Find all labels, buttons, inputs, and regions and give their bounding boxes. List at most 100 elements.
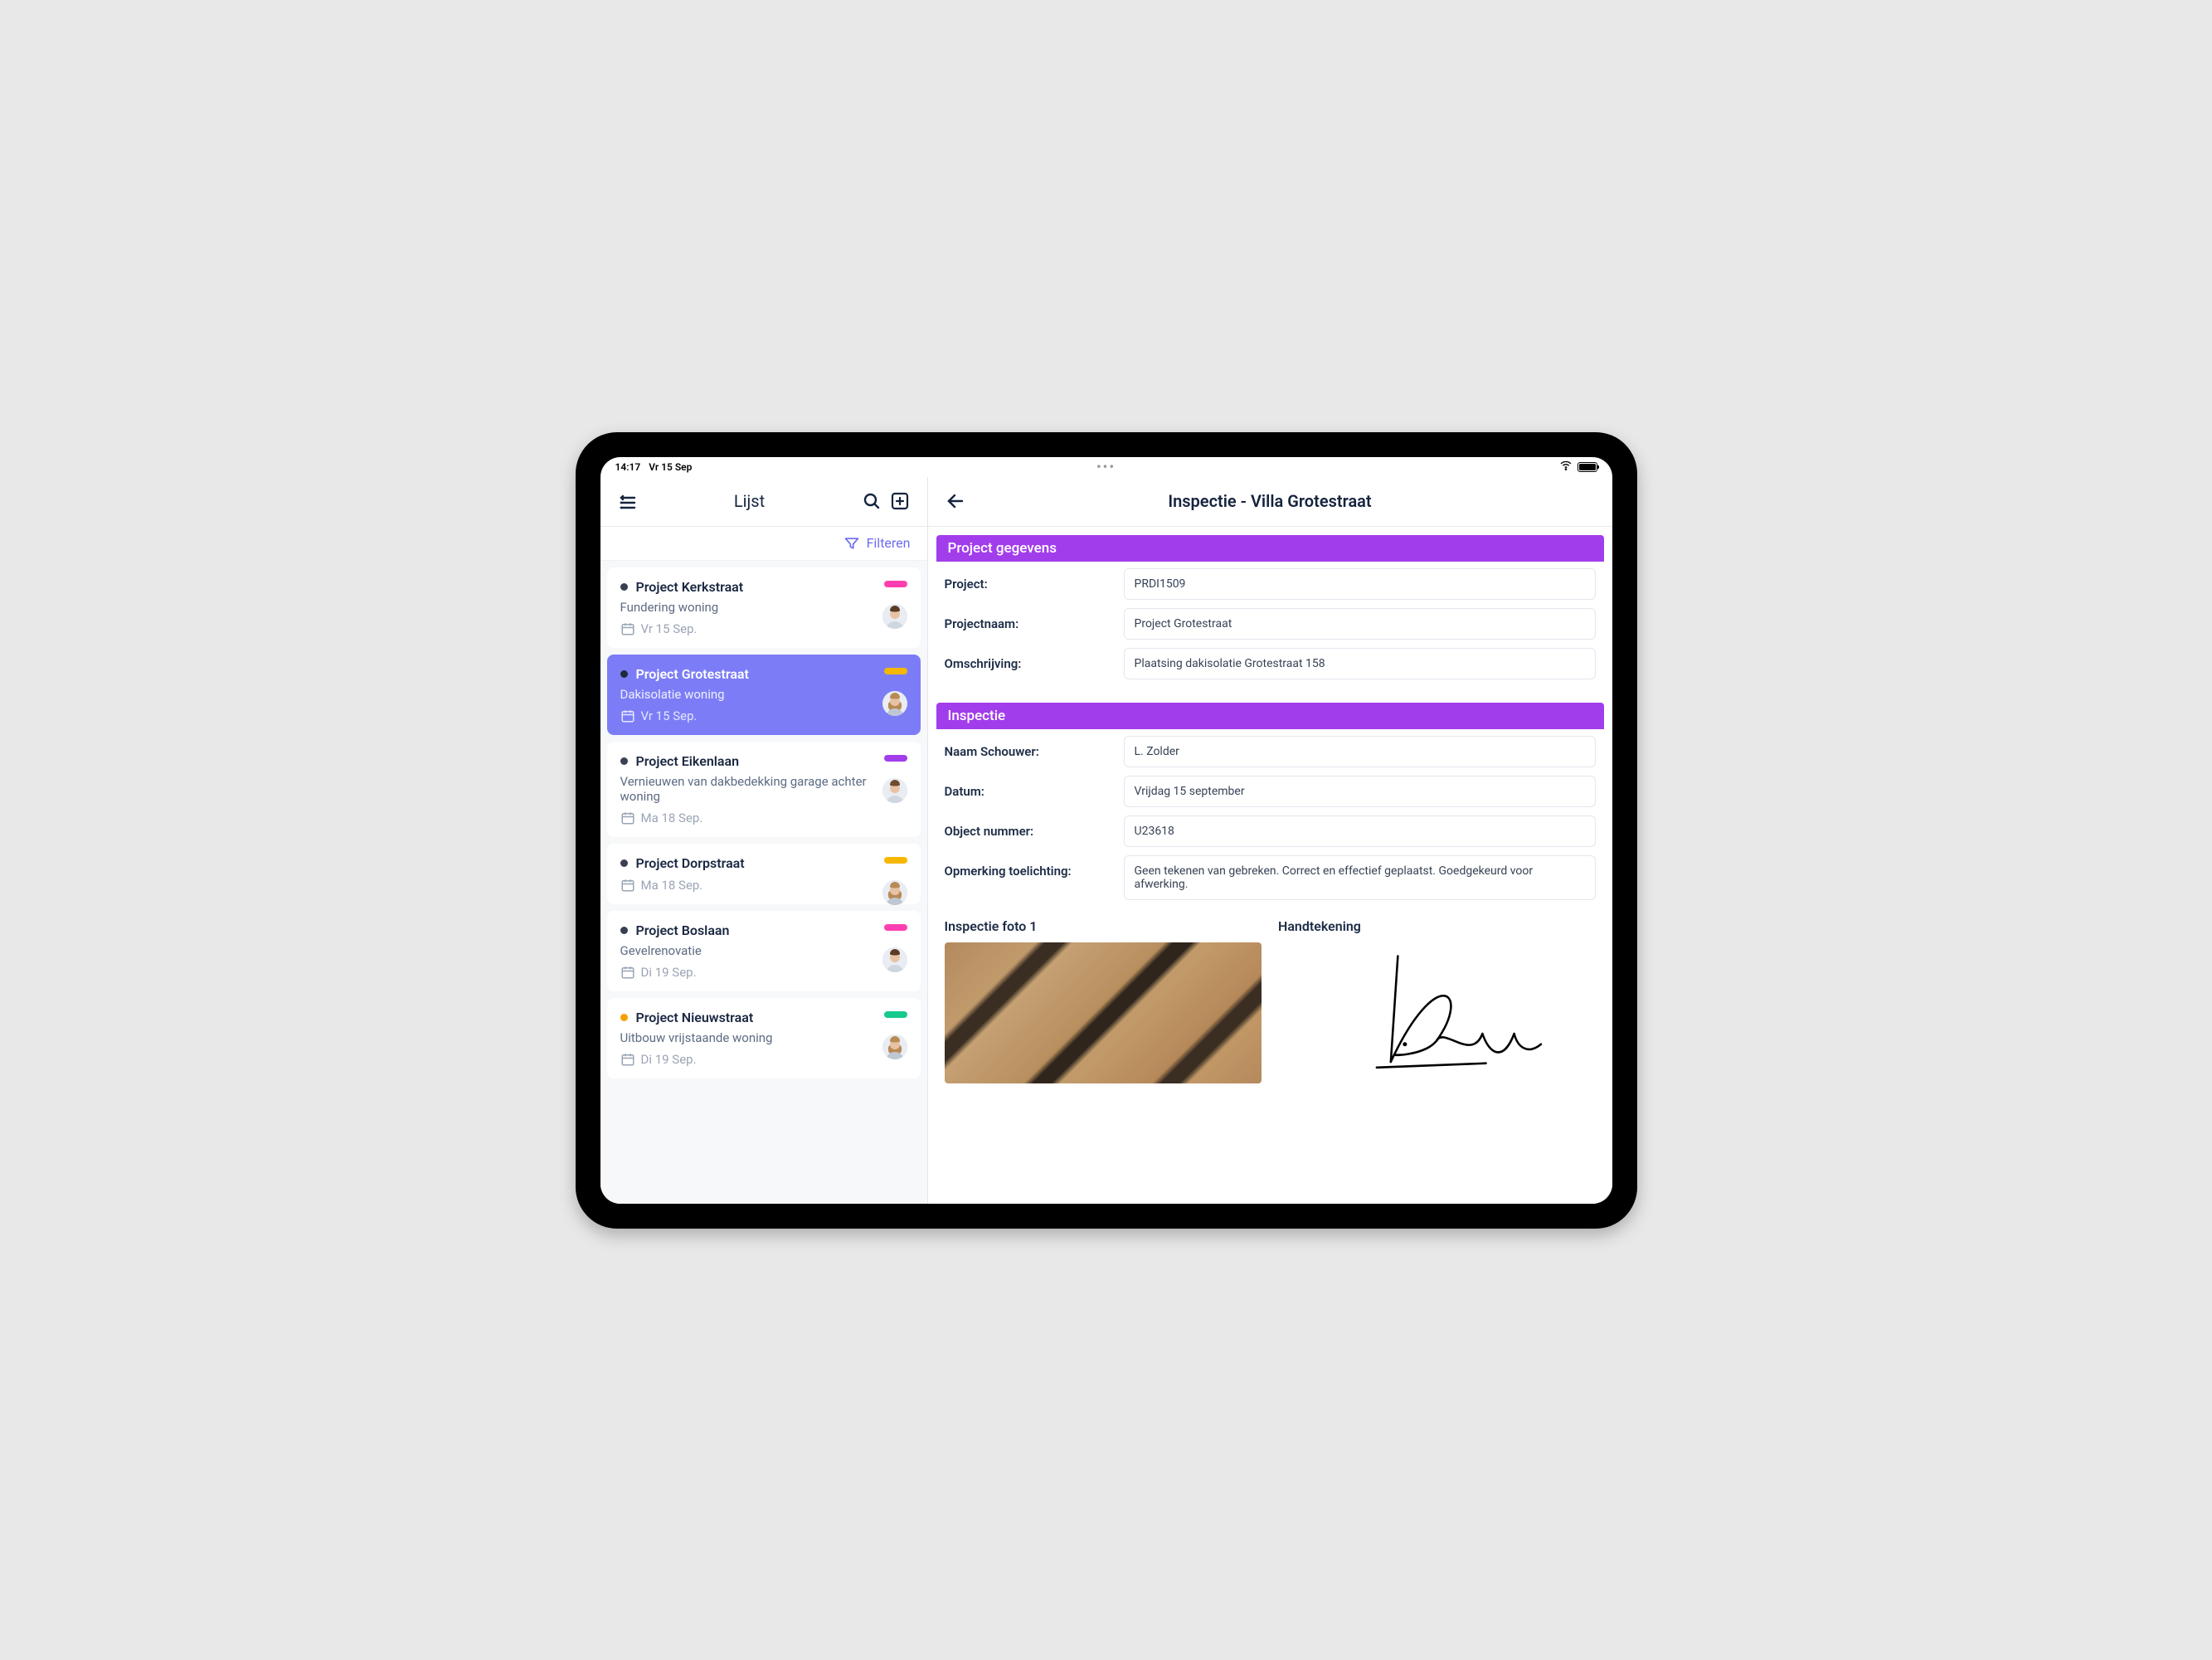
inspection-photo[interactable] bbox=[945, 942, 1262, 1083]
field-row: Projectnaam: Project Grotestraat bbox=[945, 608, 1596, 640]
project-card[interactable]: Project Dorpstraat Ma 18 Sep. bbox=[607, 844, 921, 904]
search-icon[interactable] bbox=[858, 487, 886, 515]
sidebar-header: Lijst bbox=[600, 477, 927, 527]
status-dot-icon bbox=[620, 757, 628, 765]
avatar bbox=[882, 778, 907, 803]
field-value[interactable]: Plaatsing dakisolatie Grotestraat 158 bbox=[1124, 648, 1596, 679]
main-header: Inspectie - Villa Grotestraat bbox=[928, 477, 1612, 527]
status-time: 14:17 bbox=[615, 461, 641, 473]
field-label: Omschrijving: bbox=[945, 648, 1111, 671]
card-title: Project Grotestraat bbox=[636, 666, 749, 682]
card-title: Project Dorpstraat bbox=[636, 855, 745, 871]
card-date: Vr 15 Sep. bbox=[641, 621, 698, 636]
sidebar-title: Lijst bbox=[642, 491, 858, 511]
calendar-icon bbox=[620, 1052, 635, 1067]
status-dot-icon bbox=[620, 583, 628, 591]
add-icon[interactable] bbox=[886, 487, 914, 515]
field-row: Omschrijving: Plaatsing dakisolatie Grot… bbox=[945, 648, 1596, 679]
battery-icon bbox=[1578, 462, 1597, 472]
field-value[interactable]: PRDI1509 bbox=[1124, 568, 1596, 600]
card-date: Di 19 Sep. bbox=[641, 1052, 697, 1067]
avatar bbox=[882, 880, 907, 905]
card-date: Di 19 Sep. bbox=[641, 965, 697, 980]
section-project-header: Project gegevens bbox=[936, 535, 1604, 562]
card-title: Project Kerkstraat bbox=[636, 579, 744, 595]
field-row: Object nummer: U23618 bbox=[945, 815, 1596, 847]
main-title: Inspectie - Villa Grotestraat bbox=[970, 491, 1571, 511]
field-row: Project: PRDI1509 bbox=[945, 568, 1596, 600]
status-dot-icon bbox=[620, 927, 628, 934]
card-date: Ma 18 Sep. bbox=[641, 811, 703, 825]
signature-image bbox=[1278, 942, 1596, 1083]
project-card[interactable]: Project Boslaan Gevelrenovatie Di 19 Sep… bbox=[607, 911, 921, 991]
project-card[interactable]: Project Eikenlaan Vernieuwen van dakbede… bbox=[607, 742, 921, 837]
field-label: Naam Schouwer: bbox=[945, 736, 1111, 759]
field-value[interactable]: Geen tekenen van gebreken. Correct en ef… bbox=[1124, 855, 1596, 900]
tag-pill bbox=[884, 668, 907, 674]
card-date-row: Di 19 Sep. bbox=[620, 965, 907, 980]
card-date-row: Di 19 Sep. bbox=[620, 1052, 907, 1067]
signature-col: Handtekening bbox=[1278, 918, 1596, 1083]
card-subtitle: Dakisolatie woning bbox=[620, 687, 907, 702]
status-dot-icon bbox=[620, 670, 628, 678]
list-menu-icon[interactable] bbox=[614, 487, 642, 515]
field-value[interactable]: Project Grotestraat bbox=[1124, 608, 1596, 640]
card-subtitle: Gevelrenovatie bbox=[620, 943, 907, 958]
inspection-photo-col: Inspectie foto 1 bbox=[945, 918, 1262, 1083]
card-date-row: Vr 15 Sep. bbox=[620, 621, 907, 636]
tag-pill bbox=[884, 857, 907, 864]
section-inspectie: Inspectie Naam Schouwer: L. Zolder Datum… bbox=[936, 703, 1604, 1083]
card-date-row: Vr 15 Sep. bbox=[620, 708, 907, 723]
card-title: Project Boslaan bbox=[636, 922, 730, 938]
tag-pill bbox=[884, 581, 907, 587]
avatar bbox=[882, 947, 907, 972]
card-subtitle: Fundering woning bbox=[620, 600, 907, 615]
field-value[interactable]: L. Zolder bbox=[1124, 736, 1596, 767]
status-right bbox=[1559, 459, 1597, 475]
field-label: Object nummer: bbox=[945, 815, 1111, 839]
tablet-frame: 14:17 Vr 15 Sep ••• bbox=[576, 432, 1637, 1229]
status-dot-icon bbox=[620, 859, 628, 867]
signature-label: Handtekening bbox=[1278, 918, 1596, 934]
calendar-icon bbox=[620, 621, 635, 636]
field-row: Opmerking toelichting: Geen tekenen van … bbox=[945, 855, 1596, 900]
field-value[interactable]: U23618 bbox=[1124, 815, 1596, 847]
status-dot-icon bbox=[620, 1014, 628, 1021]
field-value[interactable]: Vrijdag 15 september bbox=[1124, 776, 1596, 807]
status-left: 14:17 Vr 15 Sep bbox=[615, 461, 693, 473]
back-button[interactable] bbox=[941, 487, 970, 515]
screen: 14:17 Vr 15 Sep ••• bbox=[600, 457, 1612, 1204]
inspection-photo-label: Inspectie foto 1 bbox=[945, 918, 1262, 934]
tag-pill bbox=[884, 924, 907, 931]
field-label: Opmerking toelichting: bbox=[945, 855, 1111, 879]
card-date: Vr 15 Sep. bbox=[641, 708, 698, 723]
app-body: Lijst Filt bbox=[600, 477, 1612, 1204]
card-title: Project Eikenlaan bbox=[636, 753, 740, 769]
wifi-icon bbox=[1559, 459, 1573, 475]
arrow-left-icon bbox=[946, 491, 965, 511]
field-label: Datum: bbox=[945, 776, 1111, 799]
card-date-row: Ma 18 Sep. bbox=[620, 811, 907, 825]
filter-button[interactable]: Filteren bbox=[600, 527, 927, 561]
status-date: Vr 15 Sep bbox=[649, 461, 692, 473]
roof-insulation-image bbox=[945, 942, 1262, 1083]
project-card[interactable]: Project Nieuwstraat Uitbouw vrijstaande … bbox=[607, 998, 921, 1078]
calendar-icon bbox=[620, 965, 635, 980]
status-bar: 14:17 Vr 15 Sep ••• bbox=[600, 457, 1612, 477]
card-title-row: Project Grotestraat bbox=[620, 666, 907, 682]
main-scroll[interactable]: Project gegevens Project: PRDI1509 Proje… bbox=[928, 527, 1612, 1204]
field-row: Datum: Vrijdag 15 september bbox=[945, 776, 1596, 807]
card-title-row: Project Eikenlaan bbox=[620, 753, 907, 769]
project-list[interactable]: Project Kerkstraat Fundering woning Vr 1… bbox=[600, 561, 927, 1204]
avatar bbox=[882, 1034, 907, 1059]
field-label: Project: bbox=[945, 568, 1111, 591]
main-panel: Inspectie - Villa Grotestraat Project ge… bbox=[928, 477, 1612, 1204]
section-inspectie-header: Inspectie bbox=[936, 703, 1604, 729]
card-title-row: Project Nieuwstraat bbox=[620, 1010, 907, 1025]
project-card[interactable]: Project Grotestraat Dakisolatie woning V… bbox=[607, 655, 921, 735]
multitask-dots-icon[interactable]: ••• bbox=[1096, 460, 1116, 474]
tag-pill bbox=[884, 755, 907, 762]
photo-row: Inspectie foto 1 Handtekening bbox=[936, 912, 1604, 1083]
tag-pill bbox=[884, 1011, 907, 1018]
project-card[interactable]: Project Kerkstraat Fundering woning Vr 1… bbox=[607, 567, 921, 648]
